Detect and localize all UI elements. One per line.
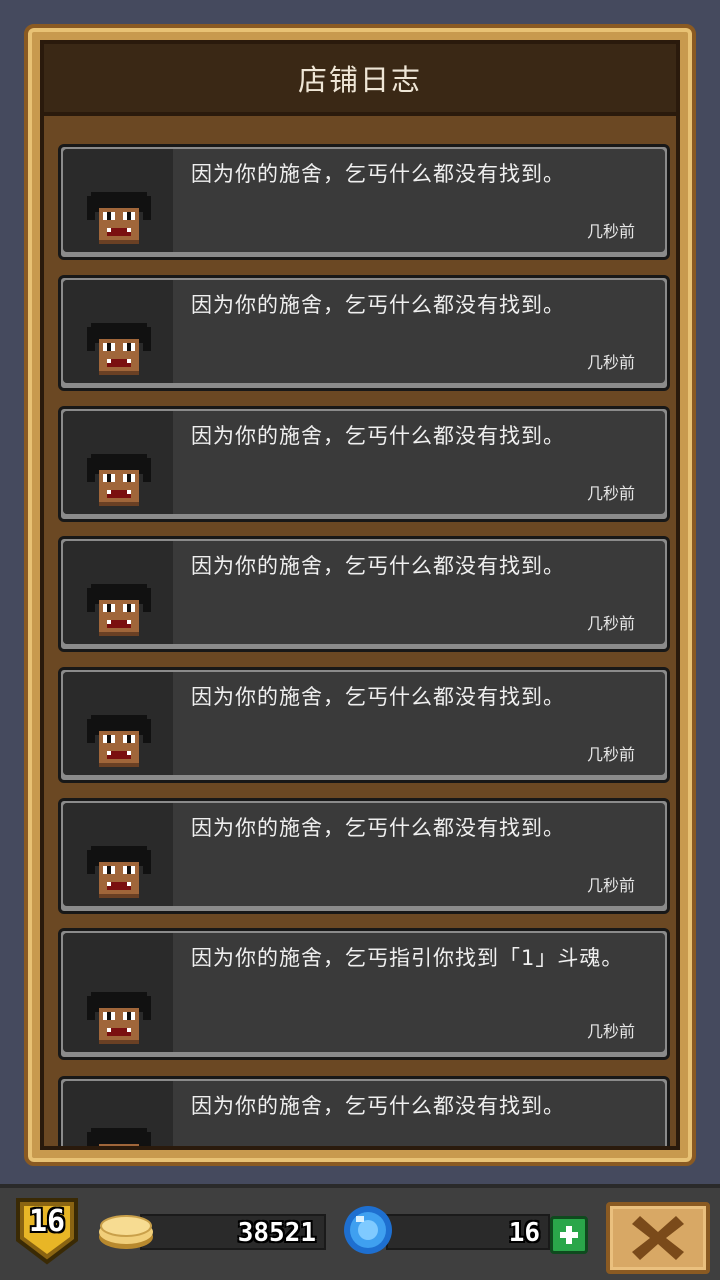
- gold-coin-icon: [99, 1215, 153, 1249]
- log-entry-text: 因为你的施舍，乞丐指引你找到「1」斗魂。: [191, 946, 624, 970]
- log-entry-text: 因为你的施舍，乞丐什么都没有找到。: [191, 554, 565, 578]
- beggar-face-icon: [87, 1128, 151, 1146]
- log-entry-body: 因为你的施舍，乞丐什么都没有找到。几秒前: [63, 280, 665, 383]
- log-entry-body: 因为你的施舍，乞丐什么都没有找到。: [63, 1081, 665, 1146]
- beggar-face-icon: [87, 715, 151, 767]
- log-entry-text: 因为你的施舍，乞丐什么都没有找到。: [191, 424, 565, 448]
- log-entry-body: 因为你的施舍，乞丐什么都没有找到。几秒前: [63, 411, 665, 514]
- log-entry-body: 因为你的施舍，乞丐什么都没有找到。几秒前: [63, 541, 665, 644]
- log-entry-time: 几秒前: [586, 876, 635, 895]
- beggar-face-icon: [87, 846, 151, 898]
- gold-counter: 38521: [140, 1214, 326, 1250]
- avatar-cell: [63, 672, 173, 775]
- avatar-cell: [63, 149, 173, 252]
- log-entry: 因为你的施舍，乞丐什么都没有找到。几秒前: [58, 536, 670, 652]
- log-entry-time: 几秒前: [586, 353, 635, 372]
- log-entry-body: 因为你的施舍，乞丐什么都没有找到。几秒前: [63, 672, 665, 775]
- close-x-icon: [632, 1216, 684, 1260]
- panel-header: 店铺日志: [44, 44, 676, 116]
- log-entry-time: 几秒前: [586, 614, 635, 633]
- log-entry-text: 因为你的施舍，乞丐什么都没有找到。: [191, 293, 565, 317]
- avatar-cell: [63, 541, 173, 644]
- avatar-cell: [63, 1081, 173, 1146]
- beggar-face-icon: [87, 992, 151, 1044]
- avatar-cell: [63, 411, 173, 514]
- log-entry: 因为你的施舍，乞丐指引你找到「1」斗魂。几秒前: [58, 928, 670, 1060]
- log-entry-body: 因为你的施舍，乞丐指引你找到「1」斗魂。几秒前: [63, 933, 665, 1052]
- shop-log-panel-inner: 店铺日志 因为你的施舍，乞丐什么都没有找到。 几秒前 因为你的施舍，乞丐什么都没有找…: [40, 40, 680, 1150]
- log-entry-text: 因为你的施舍，乞丐什么都没有找到。: [191, 162, 565, 186]
- log-entry-time: 几秒前: [586, 745, 635, 764]
- avatar-cell: [63, 280, 173, 383]
- beggar-face-icon: [87, 192, 151, 244]
- gem-value: 16: [508, 1218, 540, 1248]
- beggar-face-icon: [87, 323, 151, 375]
- avatar-cell: [63, 933, 173, 1052]
- log-entry-time: 几秒前: [586, 484, 635, 503]
- blue-gem-icon: [344, 1206, 392, 1254]
- beggar-face-icon: [87, 584, 151, 636]
- log-entry-body: 因为你的施舍，乞丐什么都没有找到。几秒前: [63, 803, 665, 906]
- gold-value: 38521: [237, 1218, 316, 1248]
- log-entry-time: 几秒前: [586, 222, 635, 241]
- log-entry-body: 因为你的施舍，乞丐什么都没有找到。几秒前: [63, 149, 665, 252]
- log-entry: 因为你的施舍，乞丐什么都没有找到。几秒前: [58, 144, 670, 260]
- log-entry: 因为你的施舍，乞丐什么都没有找到。几秒前: [58, 275, 670, 391]
- log-entry: 因为你的施舍，乞丐什么都没有找到。: [58, 1076, 670, 1146]
- log-entry-text: 因为你的施舍，乞丐什么都没有找到。: [191, 1094, 565, 1118]
- log-list[interactable]: 因为你的施舍，乞丐什么都没有找到。 几秒前 因为你的施舍，乞丐什么都没有找到。 几秒前…: [44, 116, 676, 1146]
- close-button[interactable]: [606, 1202, 710, 1274]
- log-entry: 因为你的施舍，乞丐什么都没有找到。几秒前: [58, 406, 670, 522]
- log-entry-text: 因为你的施舍，乞丐什么都没有找到。: [191, 685, 565, 709]
- log-entry: 因为你的施舍，乞丐什么都没有找到。几秒前: [58, 798, 670, 914]
- gem-counter: 16: [386, 1214, 550, 1250]
- buy-gems-plus-button[interactable]: [550, 1216, 588, 1254]
- player-level: 16: [28, 1204, 66, 1239]
- avatar-cell: [63, 803, 173, 906]
- resource-bar: 16 38521 16: [0, 1184, 720, 1280]
- log-entry-time: 几秒前: [586, 1022, 635, 1041]
- shop-log-panel: 店铺日志 因为你的施舍，乞丐什么都没有找到。 几秒前 因为你的施舍，乞丐什么都没有找…: [24, 24, 696, 1166]
- page-title: 店铺日志: [297, 63, 422, 97]
- beggar-face-icon: [87, 454, 151, 506]
- log-entry: 因为你的施舍，乞丐什么都没有找到。几秒前: [58, 667, 670, 783]
- log-entry-text: 因为你的施舍，乞丐什么都没有找到。: [191, 816, 565, 840]
